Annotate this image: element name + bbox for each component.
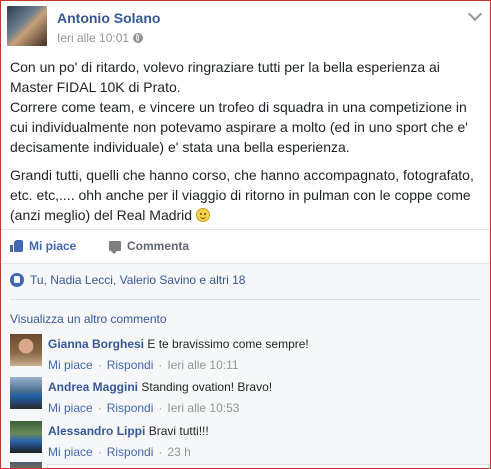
commenter-name[interactable]: Alessandro Lippi — [48, 424, 145, 438]
post-author-name[interactable]: Antonio Solano — [57, 10, 160, 26]
comment-reply-link[interactable]: Rispondi — [107, 401, 154, 415]
comment-text: E te bravissimo come sempre! — [147, 337, 309, 351]
comment-text: Standing ovation! Bravo! — [141, 380, 273, 394]
meta-separator: · — [97, 401, 102, 415]
commenter-avatar[interactable] — [10, 421, 42, 453]
smiley-emoji-icon — [195, 208, 210, 222]
view-more-comments-link[interactable]: Visualizza un altro commento — [10, 312, 167, 326]
comment-like-link[interactable]: Mi piace — [48, 445, 93, 459]
post-time-text[interactable]: Ieri alle 10:01 — [57, 31, 129, 45]
commenter-name[interactable]: Gianna Borghesi — [48, 337, 144, 351]
comment-text: Bravi tutti!!! — [148, 424, 209, 438]
comment-bubble-icon — [109, 241, 121, 254]
commenter-avatar[interactable] — [10, 334, 42, 366]
feedback-section: Tu, Nadia Lecci, Valerio Savino e altri … — [1, 263, 490, 468]
meta-separator: · — [158, 445, 163, 459]
comment-body: Alessandro Lippi Bravi tutti!!! — [48, 423, 209, 439]
comment-meta: Mi piace · Rispondi · 23 h — [48, 445, 191, 459]
post-header: Antonio Solano Ieri alle 10:01 — [1, 1, 490, 49]
meta-separator: · — [158, 401, 163, 415]
comment-time[interactable]: Ieri alle 10:11 — [167, 358, 238, 372]
likes-summary-text[interactable]: Tu, Nadia Lecci, Valerio Savino e altri … — [30, 273, 245, 287]
comment-time[interactable]: Ieri alle 10:53 — [167, 401, 239, 415]
comment-like-link[interactable]: Mi piace — [48, 358, 93, 372]
post-paragraph-1-line-2: Correre come team, e vincere un trofeo d… — [10, 99, 468, 155]
comment-body: Gianna Borghesi E te bravissimo come sem… — [48, 336, 309, 352]
meta-separator: · — [97, 445, 102, 459]
comment-reply-link[interactable]: Rispondi — [107, 445, 154, 459]
like-button-label: Mi piace — [29, 239, 77, 253]
comment-time[interactable]: 23 h — [167, 445, 190, 459]
like-badge-icon — [10, 273, 24, 287]
globe-icon — [133, 33, 144, 43]
post-text: Con un po' di ritardo, volevo ringraziar… — [10, 57, 480, 233]
current-user-avatar — [10, 462, 42, 468]
post-timestamp[interactable]: Ieri alle 10:01 — [57, 31, 144, 45]
comment-body: Andrea Maggini Standing ovation! Bravo! — [48, 379, 272, 395]
chevron-down-icon[interactable] — [467, 6, 483, 22]
comment-button-label: Commenta — [127, 239, 190, 253]
facebook-post-card: Antonio Solano Ieri alle 10:01 Con un po… — [0, 0, 491, 469]
comment-button[interactable]: Commenta — [109, 239, 190, 254]
post-paragraph-1-line-1: Con un po' di ritardo, volevo ringraziar… — [10, 59, 440, 95]
commenter-name[interactable]: Andrea Maggini — [48, 380, 138, 394]
comment-like-link[interactable]: Mi piace — [48, 401, 93, 415]
comment-meta: Mi piace · Rispondi · Ieri alle 10:11 — [48, 358, 239, 372]
meta-separator: · — [97, 358, 102, 372]
post-paragraph-2: Grandi tutti, quelli che hanno corso, ch… — [10, 165, 480, 225]
like-button[interactable]: Mi piace — [10, 239, 76, 253]
write-comment-input[interactable] — [47, 464, 489, 468]
post-actions-bar: Mi piace Commenta — [1, 229, 490, 264]
post-paragraph-1: Con un po' di ritardo, volevo ringraziar… — [10, 57, 480, 157]
feedback-divider — [10, 299, 481, 300]
author-avatar[interactable] — [7, 6, 47, 46]
comment-meta: Mi piace · Rispondi · Ieri alle 10:53 — [48, 401, 239, 415]
likes-summary[interactable]: Tu, Nadia Lecci, Valerio Savino e altri … — [10, 273, 245, 287]
comment-reply-link[interactable]: Rispondi — [107, 358, 154, 372]
post-paragraph-2-text: Grandi tutti, quelli che hanno corso, ch… — [10, 167, 474, 223]
commenter-avatar[interactable] — [10, 377, 42, 409]
meta-separator: · — [158, 358, 163, 372]
like-thumb-icon — [10, 240, 23, 252]
